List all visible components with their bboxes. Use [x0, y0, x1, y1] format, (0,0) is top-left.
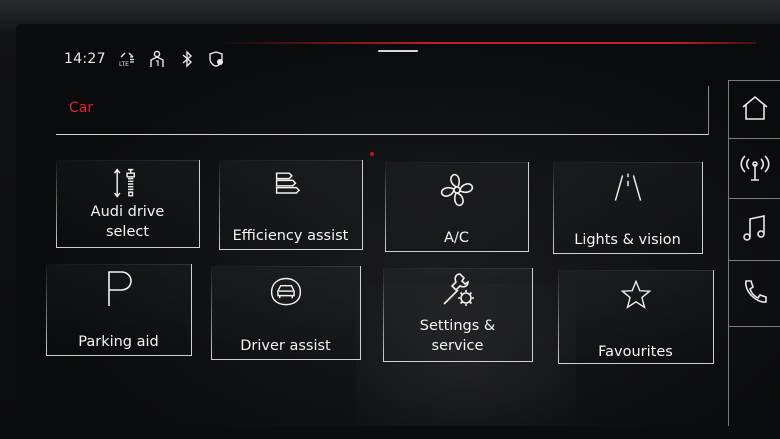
- tile-efficiency-assist[interactable]: Efficiency assist: [219, 160, 363, 250]
- radio-button[interactable]: [728, 138, 780, 198]
- page-title: Car: [69, 100, 94, 116]
- svg-text:LTE: LTE: [119, 61, 129, 68]
- road-lights-icon: [608, 170, 648, 206]
- parking-p-icon: [99, 266, 139, 310]
- tile-label-line1: Audi drive: [90, 204, 165, 220]
- car-sensor-icon: [266, 274, 306, 310]
- indicator-dot: [370, 152, 374, 156]
- clock: 14:27: [64, 51, 106, 67]
- rail-extra-button[interactable]: [728, 326, 780, 426]
- phone-icon: [740, 277, 770, 311]
- lte-signal-icon: LTE: [118, 50, 136, 68]
- tile-label: Driver assist: [240, 338, 331, 354]
- star-icon: [619, 278, 653, 312]
- right-rail: [728, 80, 780, 426]
- tile-label-line1: Settings &: [419, 318, 496, 334]
- top-accent-line: [216, 42, 756, 44]
- home-button[interactable]: [728, 80, 780, 138]
- fan-icon: [437, 170, 477, 210]
- efficiency-bars-icon: [273, 166, 309, 202]
- tile-label: Lights & vision: [574, 232, 681, 248]
- wrench-gear-icon: [438, 270, 478, 310]
- home-icon: [740, 93, 770, 127]
- user-icon: [148, 50, 166, 68]
- music-icon: [740, 213, 770, 247]
- location-shield-icon: [208, 50, 226, 68]
- tile-label: Favourites: [598, 344, 673, 360]
- tile-settings-service[interactable]: Settings & service: [383, 268, 533, 362]
- tile-label: Efficiency assist: [232, 228, 349, 244]
- tile-lights-vision[interactable]: Lights & vision: [553, 162, 703, 254]
- tile-parking-aid[interactable]: Parking aid: [46, 264, 192, 356]
- infotainment-screen: 14:27 LTE Car Audi drive select Efficien…: [16, 24, 780, 426]
- music-button[interactable]: [728, 198, 780, 260]
- bluetooth-icon: [178, 50, 196, 68]
- status-bar: 14:27 LTE: [64, 48, 226, 70]
- tile-driver-assist[interactable]: Driver assist: [211, 266, 361, 360]
- tile-label: A/C: [444, 230, 469, 246]
- tile-label-line2: select: [105, 224, 150, 240]
- tile-ac[interactable]: A/C: [385, 162, 529, 252]
- page-header: Car: [56, 86, 709, 135]
- tile-favourites[interactable]: Favourites: [558, 270, 714, 364]
- phone-button[interactable]: [728, 260, 780, 326]
- tile-audi-drive-select[interactable]: Audi drive select: [56, 160, 200, 248]
- radio-icon: [739, 152, 770, 186]
- tile-label: Parking aid: [78, 334, 159, 350]
- suspension-icon: [110, 166, 146, 202]
- pull-down-handle[interactable]: [378, 50, 418, 52]
- tile-label-line2: service: [431, 338, 484, 354]
